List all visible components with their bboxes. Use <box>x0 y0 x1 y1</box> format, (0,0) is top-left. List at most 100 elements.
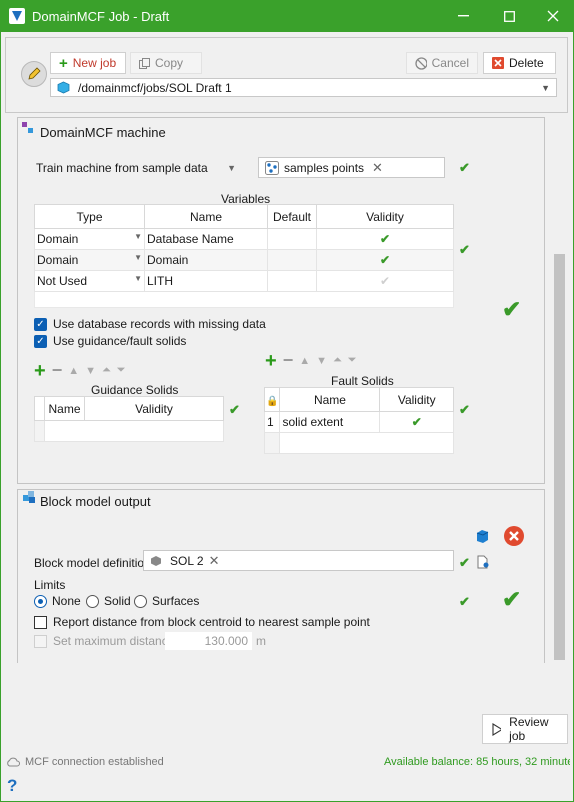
help-icon[interactable]: ? <box>7 776 17 796</box>
radio-icon <box>86 594 99 608</box>
table-empty-row <box>34 291 454 308</box>
cloud-icon <box>7 757 20 767</box>
points-icon <box>265 160 279 175</box>
col-validity[interactable]: Validity <box>379 387 454 412</box>
report-distance-checkbox[interactable]: Report distance from block centroid to n… <box>34 615 370 629</box>
clear-block-model-icon[interactable]: ✕ <box>209 553 220 569</box>
cube-block-icon[interactable] <box>474 528 490 544</box>
move-down-icon[interactable]: ▼ <box>316 355 327 367</box>
limits-surfaces-radio[interactable]: Surfaces <box>134 594 199 608</box>
table-row[interactable]: Not Used ▼ LITH ✔ <box>34 270 454 292</box>
limits-none-radio[interactable]: None <box>34 594 81 608</box>
col-default[interactable]: Default <box>267 204 317 229</box>
train-mode-select[interactable]: Train machine from sample data ▼ <box>31 158 241 178</box>
output-valid-icon: ✔ <box>502 586 522 612</box>
settings-doc-icon[interactable] <box>477 555 490 569</box>
move-up-icon[interactable]: ▲ <box>68 365 79 377</box>
table-empty-row <box>263 432 454 454</box>
guidance-solids-checkbox[interactable]: ✓ Use guidance/fault solids <box>34 334 186 348</box>
add-icon[interactable]: + <box>34 361 46 381</box>
remove-icon[interactable]: − <box>52 360 63 381</box>
window-title: DomainMCF Job - Draft <box>32 9 170 24</box>
col-name[interactable]: Name <box>144 204 268 229</box>
close-icon <box>547 10 559 22</box>
blocks-icon <box>23 491 35 503</box>
variables-table: Type Name Default Validity Domain ▼ Datab… <box>34 204 454 308</box>
move-bottom-icon[interactable]: ⏷ <box>117 364 126 377</box>
table-row[interactable]: Domain ▼ Database Name ✔ <box>34 228 454 250</box>
fault-solids-table: 🔒 Name Validity 1 solid extent ✔ <box>263 387 454 454</box>
samples-field[interactable]: samples points ✕ <box>258 157 445 178</box>
new-job-button[interactable]: + New job <box>50 52 126 74</box>
max-distance-input[interactable]: 130.000 <box>165 632 252 650</box>
table-row[interactable]: Domain ▼ Domain ✔ <box>34 249 454 271</box>
chevron-down-icon: ▼ <box>541 82 550 93</box>
cancel-button[interactable]: Cancel <box>406 52 478 74</box>
app-icon <box>9 8 25 24</box>
scrollbar-thumb[interactable] <box>554 254 565 660</box>
machine-icon <box>22 122 33 133</box>
missing-data-checkbox[interactable]: ✓ Use database records with missing data <box>34 317 266 331</box>
job-toolbar <box>5 37 568 113</box>
machine-valid-icon: ✔ <box>502 296 522 322</box>
checkbox-checked-icon: ✓ <box>34 334 47 348</box>
copy-icon <box>139 57 150 69</box>
guidance-toolbar: + − ▲ ▼ ⏶ ⏷ <box>34 360 126 381</box>
minimize-button[interactable] <box>440 0 486 32</box>
col-type[interactable]: Type <box>34 204 145 229</box>
close-window-button[interactable] <box>530 0 574 32</box>
review-job-button[interactable]: Review job <box>482 714 568 744</box>
move-top-icon[interactable]: ⏶ <box>102 364 111 377</box>
block-model-field[interactable]: SOL 2 ✕ <box>143 550 454 571</box>
guidance-valid-icon: ✔ <box>229 402 240 417</box>
maximize-button[interactable] <box>486 0 532 32</box>
checkbox-icon <box>34 615 47 629</box>
variable-name: Database Name <box>144 228 268 250</box>
col-name[interactable]: Name <box>279 387 381 412</box>
variable-name: LITH <box>144 270 268 292</box>
type-select[interactable]: Not Used ▼ <box>37 274 142 288</box>
block-model-valid-icon: ✔ <box>459 555 470 570</box>
output-section-title: Block model output <box>40 494 151 509</box>
copy-button[interactable]: Copy <box>130 52 202 74</box>
move-bottom-icon[interactable]: ⏷ <box>348 354 357 367</box>
move-down-icon[interactable]: ▼ <box>85 365 96 377</box>
limits-solid-radio[interactable]: Solid <box>86 594 131 608</box>
chevron-down-icon: ▼ <box>134 232 142 241</box>
fault-name: solid extent <box>279 411 381 433</box>
col-name[interactable]: Name <box>44 396 85 421</box>
cube-icon <box>151 555 161 566</box>
check-icon: ✔ <box>316 228 454 250</box>
variable-default[interactable] <box>267 228 317 250</box>
job-path-select[interactable]: /domainmcf/jobs/SOL Draft 1 ▼ <box>50 78 557 97</box>
add-icon[interactable]: + <box>265 351 277 371</box>
guidance-solids-label: Guidance Solids <box>91 383 179 397</box>
delete-button[interactable]: Delete <box>483 52 556 74</box>
variable-default[interactable] <box>267 270 317 292</box>
remove-output-icon[interactable] <box>503 525 525 547</box>
clear-samples-icon[interactable]: ✕ <box>372 160 383 176</box>
samples-valid-icon: ✔ <box>459 160 470 175</box>
fault-solids-label: Fault Solids <box>331 374 394 388</box>
edit-job-icon[interactable] <box>21 61 47 87</box>
max-distance-checkbox[interactable]: Set maximum distance <box>34 634 174 648</box>
minimize-icon <box>457 15 469 17</box>
row-index: 1 <box>263 411 281 433</box>
chevron-down-icon: ▼ <box>227 163 236 173</box>
move-top-icon[interactable]: ⏶ <box>333 354 342 367</box>
col-validity[interactable]: Validity <box>84 396 224 421</box>
table-empty-row <box>34 420 224 442</box>
col-validity[interactable]: Validity <box>316 204 454 229</box>
radio-icon <box>134 594 147 608</box>
type-select[interactable]: Domain ▼ <box>37 253 142 267</box>
variables-valid-icon: ✔ <box>459 242 470 257</box>
type-select[interactable]: Domain ▼ <box>37 232 142 246</box>
remove-icon[interactable]: − <box>283 350 294 371</box>
limits-valid-icon: ✔ <box>459 594 470 609</box>
table-row[interactable]: 1 solid extent ✔ <box>263 411 454 433</box>
variable-default[interactable] <box>267 249 317 271</box>
maximize-icon <box>503 10 515 22</box>
move-up-icon[interactable]: ▲ <box>299 355 310 367</box>
fault-valid-icon: ✔ <box>459 402 470 417</box>
check-disabled-icon: ✔ <box>316 270 454 292</box>
